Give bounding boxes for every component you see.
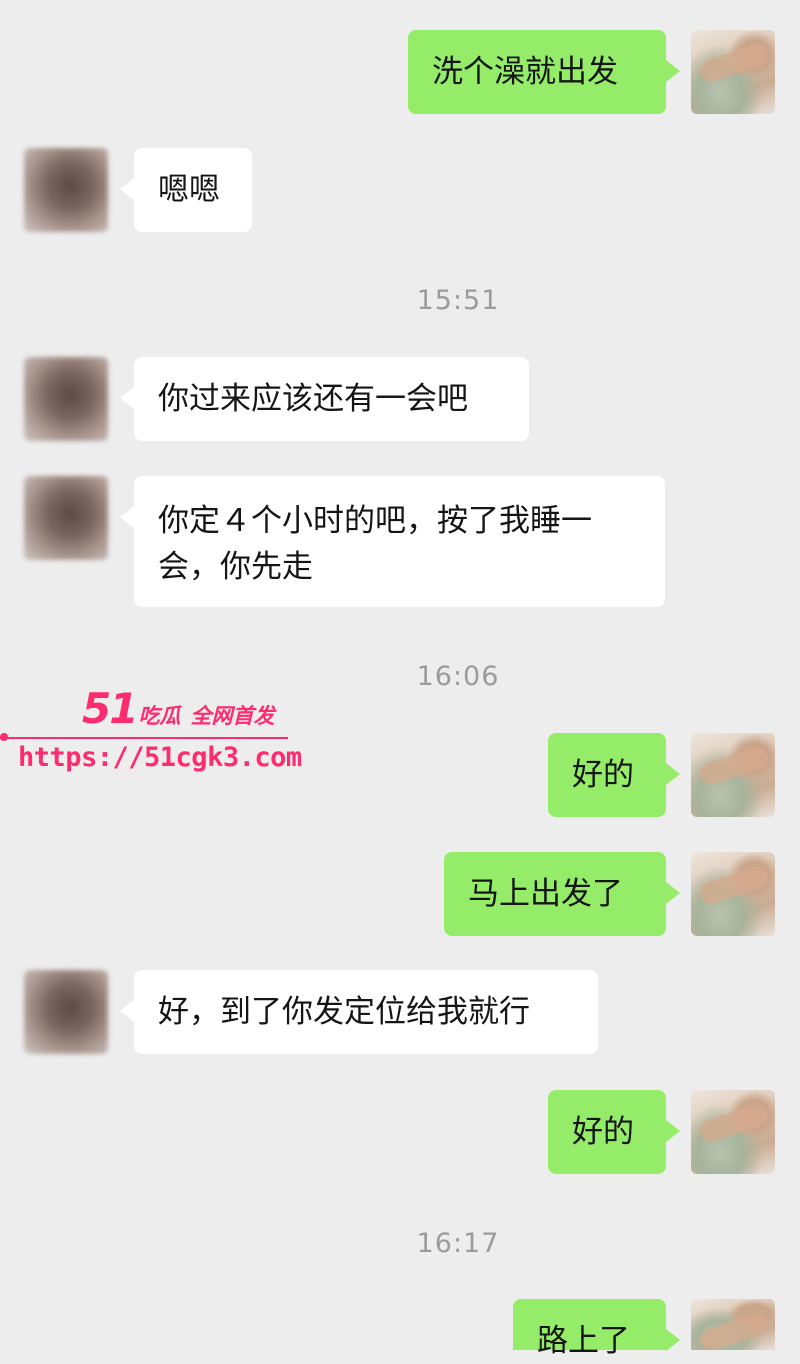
watermark-name: 吃瓜 bbox=[138, 704, 181, 728]
self-avatar[interactable] bbox=[691, 1090, 775, 1174]
message-bubble[interactable]: 好的 bbox=[548, 1090, 680, 1174]
watermark-number: 51 bbox=[82, 684, 138, 733]
message-bubble[interactable]: 你过来应该还有一会吧 bbox=[120, 357, 529, 441]
watermark-divider bbox=[0, 737, 288, 739]
message-bubble[interactable]: 马上出发了 bbox=[444, 852, 680, 936]
contact-avatar[interactable] bbox=[24, 476, 108, 560]
message-bubble[interactable]: 嗯嗯 bbox=[120, 148, 252, 232]
self-avatar[interactable] bbox=[691, 852, 775, 936]
watermark-logo: 51吃瓜 全网首发 bbox=[82, 684, 274, 733]
watermark: 51吃瓜 全网首发 https://51cgk3.com bbox=[0, 682, 302, 782]
timestamp: 15:51 bbox=[416, 285, 500, 316]
contact-avatar[interactable] bbox=[24, 970, 108, 1054]
message-bubble[interactable]: 你定４个小时的吧，按了我睡一会，你先走 bbox=[120, 476, 665, 607]
chat-window: 洗个澡就出发 嗯嗯 15:51 你过来应该还有一会吧 你定４个小时的吧，按了我睡… bbox=[0, 0, 800, 1359]
message-bubble[interactable]: 路上了 bbox=[513, 1299, 680, 1359]
self-avatar[interactable] bbox=[691, 733, 775, 817]
watermark-url: https://51cgk3.com bbox=[18, 742, 302, 773]
watermark-tag: 全网首发 bbox=[190, 704, 275, 728]
message-bubble[interactable]: 好，到了你发定位给我就行 bbox=[120, 970, 598, 1054]
self-avatar[interactable] bbox=[691, 1299, 775, 1350]
timestamp: 16:17 bbox=[416, 1228, 500, 1259]
self-avatar[interactable] bbox=[691, 30, 775, 114]
message-bubble[interactable]: 洗个澡就出发 bbox=[408, 30, 680, 114]
contact-avatar[interactable] bbox=[24, 148, 108, 232]
contact-avatar[interactable] bbox=[24, 357, 108, 441]
message-bubble[interactable]: 好的 bbox=[548, 733, 680, 817]
